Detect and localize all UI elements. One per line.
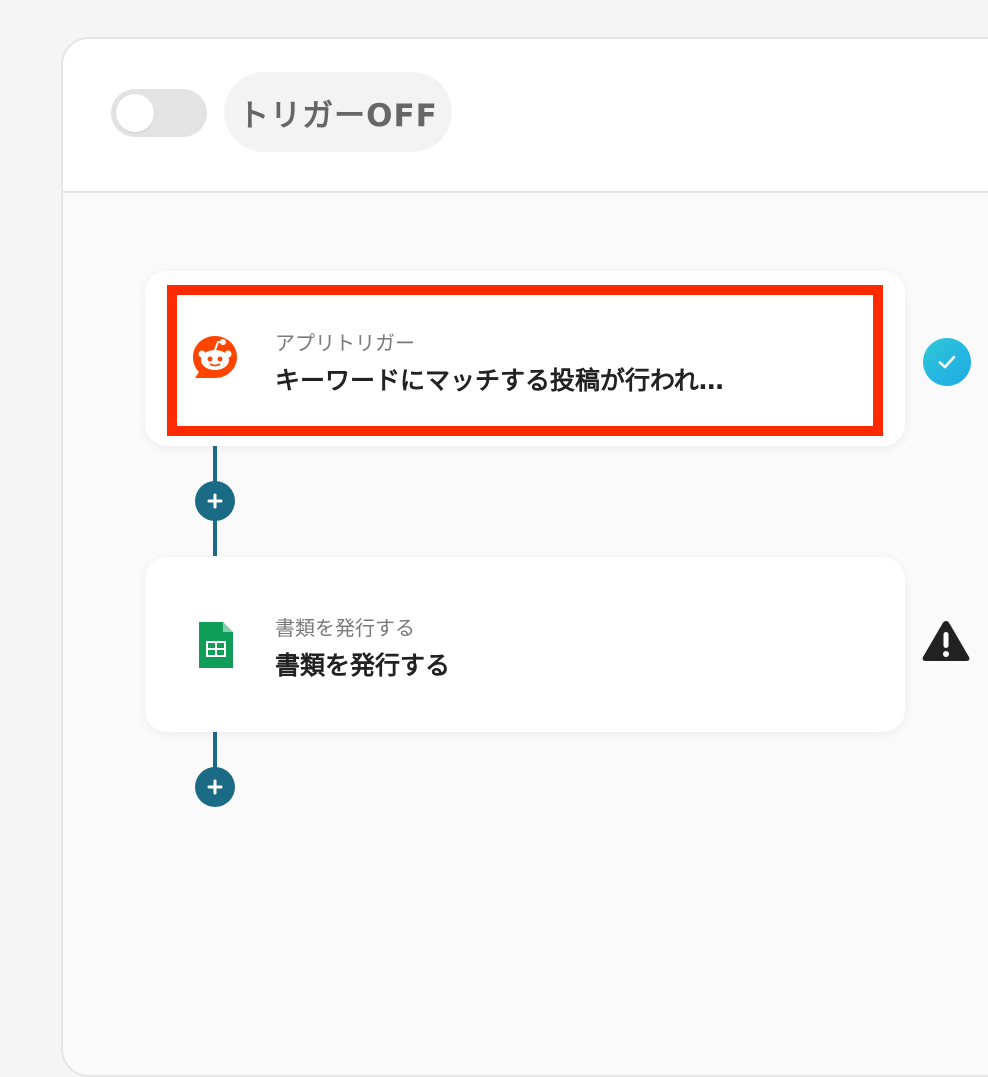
plus-icon	[207, 779, 223, 795]
add-step-button[interactable]	[195, 767, 235, 807]
step-card-action[interactable]: 書類を発行する 書類を発行する	[145, 557, 905, 732]
add-step-button[interactable]	[195, 481, 235, 521]
warning-icon	[920, 618, 972, 664]
connector-line	[213, 732, 217, 772]
flow-header: トリガーOFF	[63, 39, 988, 193]
step-subtitle: 書類を発行する	[275, 616, 415, 640]
plus-icon	[207, 493, 223, 509]
step-title: キーワードにマッチする投稿が行われ…	[275, 366, 724, 395]
step-card-trigger[interactable]: アプリトリガー キーワードにマッチする投稿が行われ…	[145, 271, 905, 446]
trigger-status-label: トリガーOFF	[224, 72, 452, 152]
trigger-toggle[interactable]	[111, 89, 207, 137]
step-title: 書類を発行する	[275, 651, 451, 680]
step-subtitle: アプリトリガー	[275, 331, 415, 355]
check-icon	[923, 338, 971, 386]
google-sheets-icon	[189, 619, 241, 671]
toggle-knob	[116, 94, 154, 132]
flow-panel: トリガーOFF アプリトリガー キーワードにマッチする投稿が行われ… 書類を発行…	[61, 37, 988, 1077]
reddit-icon	[189, 332, 241, 384]
